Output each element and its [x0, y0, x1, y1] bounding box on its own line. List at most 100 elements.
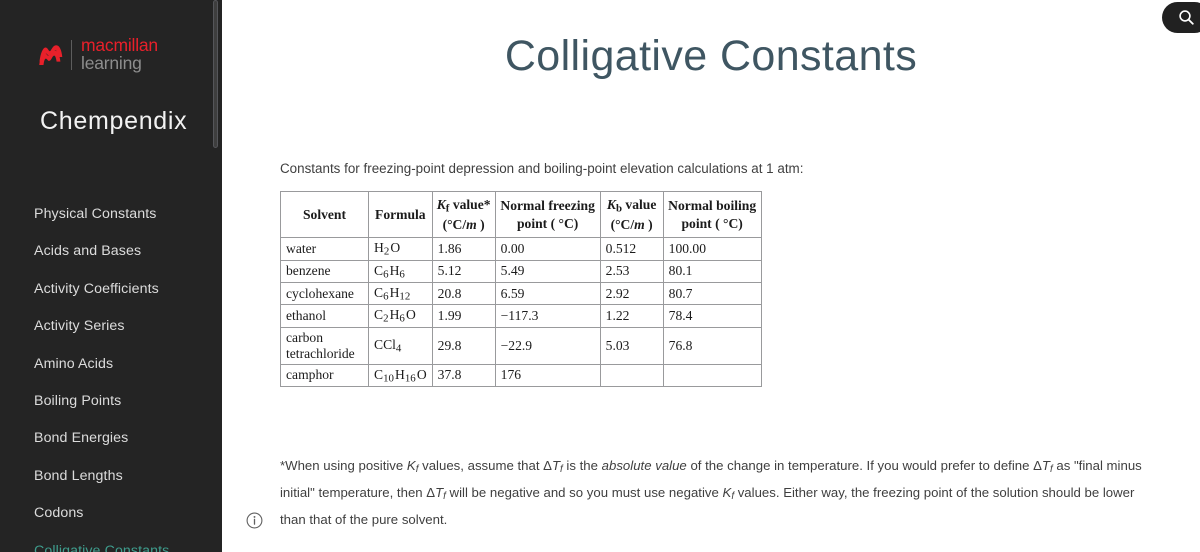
- formula-element: H: [389, 284, 400, 300]
- cell-formula: C6H6: [368, 259, 433, 283]
- cell-kb-value: 2.92: [599, 281, 664, 306]
- sidebar-item-activity-coefficients[interactable]: Activity Coefficients: [0, 271, 222, 308]
- colligative-constants-table: Solvent Formula Kf value* (°C/m ) Normal…: [280, 190, 762, 388]
- cell-formula: CCl4: [368, 326, 433, 365]
- sidebar-item-physical-constants[interactable]: Physical Constants: [0, 196, 222, 233]
- th-kb-units-post: ): [648, 217, 653, 233]
- th-nbp-line1: Normal boiling: [668, 198, 757, 214]
- sidebar-scrollbar-thumb[interactable]: [213, 0, 218, 148]
- formula-element: H: [374, 240, 384, 256]
- cell-normal-freezing-point: 5.49: [494, 259, 601, 283]
- th-kb-subscript: b: [615, 202, 623, 215]
- table-row: benzene C6H6 5.12 5.49 2.53 80.1: [280, 259, 762, 283]
- sidebar-item-activity-series[interactable]: Activity Series: [0, 308, 222, 345]
- sidebar-item-bond-energies[interactable]: Bond Energies: [0, 420, 222, 457]
- th-kf-units-pre: (°C/: [442, 217, 467, 233]
- formula-subscript: 6: [383, 267, 389, 280]
- formula-element: C: [374, 262, 384, 278]
- cell-kf-value: 20.8: [431, 281, 496, 306]
- cell-kf-value: 1.99: [431, 304, 496, 328]
- cell-kf-value: 37.8: [431, 363, 496, 388]
- th-kb-units-pre: (°C/: [610, 217, 635, 233]
- cell-normal-freezing-point: 0.00: [494, 237, 601, 261]
- sidebar-item-boiling-points[interactable]: Boiling Points: [0, 383, 222, 420]
- formula-subscript: 2: [383, 245, 390, 258]
- sidebar-item-colligative-constants[interactable]: Colligative Constants: [0, 533, 222, 552]
- cell-kb-value: 5.03: [599, 326, 664, 365]
- sidebar-item-acids-and-bases[interactable]: Acids and Bases: [0, 233, 222, 270]
- formula-element: O: [416, 366, 427, 382]
- th-kb-value: Kb value (°C/m ): [599, 190, 664, 239]
- formula-element: O: [405, 307, 416, 323]
- sidebar-item-label: Boiling Points: [34, 392, 122, 409]
- sidebar-item-codons[interactable]: Codons: [0, 495, 222, 532]
- cell-formula: H2O: [368, 237, 433, 261]
- formula-element: O: [390, 240, 401, 256]
- th-nbp-line2: point ( °C): [681, 215, 743, 231]
- logo-line-learning: learning: [81, 53, 142, 73]
- logo-wordmark: macmillan learning: [81, 36, 158, 73]
- sidebar-item-label: Acids and Bases: [34, 243, 142, 260]
- cell-formula: C2H6O: [368, 304, 433, 328]
- footnote-tf-symbol-3: T: [435, 484, 444, 500]
- table-header-row: Solvent Formula Kf value* (°C/m ) Normal…: [280, 190, 762, 239]
- formula-element: H: [395, 366, 405, 382]
- th-solvent: Solvent: [280, 190, 369, 239]
- footnote-tf-symbol-1: T: [551, 458, 561, 473]
- formula-subscript: 6: [383, 290, 389, 303]
- cell-solvent: ethanol: [280, 304, 369, 328]
- formula-subscript: 6: [399, 312, 405, 325]
- table-header: Solvent Formula Kf value* (°C/m ) Normal…: [280, 190, 762, 239]
- th-solvent-label: Solvent: [302, 207, 347, 223]
- footnote-kf-symbol-2: K: [722, 484, 732, 500]
- formula-subscript: 4: [395, 342, 402, 355]
- footnote-part-4: of the change in temperature. If you wou…: [686, 458, 1042, 473]
- footnote-part-2: values, assume that Δ: [418, 458, 552, 473]
- info-circle-icon[interactable]: [246, 512, 263, 529]
- macmillan-learning-logo[interactable]: macmillan learning: [38, 36, 158, 73]
- th-kf-subscript: f: [445, 202, 450, 215]
- sidebar-item-amino-acids[interactable]: Amino Acids: [0, 346, 222, 383]
- th-normal-freezing-point: Normal freezing point ( °C): [494, 190, 601, 239]
- sidebar-item-label: Bond Lengths: [34, 467, 123, 484]
- page-root: macmillan learning Chempendix Physical C…: [0, 0, 1200, 552]
- cell-kf-value: 5.12: [431, 259, 496, 283]
- formula-subscript: 10: [383, 372, 394, 385]
- cell-solvent: cyclohexane: [280, 281, 369, 306]
- table-row: water H2O 1.86 0.00 0.512 100.00: [280, 237, 762, 261]
- formula-element: C: [374, 366, 384, 382]
- cell-formula: C10H16O: [368, 363, 433, 388]
- table-row: cyclohexane C6H12 20.8 6.59 2.92 80.7: [280, 281, 762, 306]
- footnote-tf-symbol-2: T: [1041, 458, 1050, 473]
- cell-normal-boiling-point: 80.1: [662, 259, 762, 283]
- th-kf-value: Kf value* (°C/m ): [431, 190, 496, 239]
- main-content: Colligative Constants Constants for free…: [222, 0, 1200, 552]
- th-kb-units-var: m: [634, 217, 645, 233]
- sidebar-item-label: Physical Constants: [34, 206, 157, 222]
- th-nfp-line2: point ( °C): [516, 215, 579, 231]
- search-button[interactable]: [1162, 2, 1200, 33]
- footnote-text: *When using positive Kf values, assume t…: [280, 454, 1146, 531]
- table-row: carbon tetrachloride CCl4 29.8 −22.9 5.03 76.…: [280, 326, 762, 365]
- table-row: ethanol C2H6O 1.99 −117.3 1.22 78.4: [280, 304, 762, 328]
- formula-subscript: 2: [383, 312, 389, 325]
- cell-kf-value: 1.86: [431, 237, 496, 261]
- footnote-emphasis: absolute value: [601, 458, 687, 473]
- th-kf-units-var: m: [466, 217, 477, 233]
- cell-normal-boiling-point: 78.4: [662, 304, 762, 328]
- formula-element: C: [374, 284, 384, 300]
- cell-kb-value: [599, 363, 664, 388]
- cell-solvent: camphor: [280, 363, 369, 388]
- intro-paragraph: Constants for freezing-point depression …: [280, 161, 804, 177]
- cell-kb-value: 2.53: [599, 259, 664, 283]
- macmillan-m-icon: [39, 45, 63, 65]
- sidebar-item-bond-lengths[interactable]: Bond Lengths: [0, 458, 222, 495]
- sidebar-item-label: Colligative Constants: [34, 542, 170, 552]
- footnote-part-6: will be negative and so you must use neg…: [445, 484, 723, 500]
- cell-normal-boiling-point: 80.7: [662, 281, 762, 306]
- sidebar: macmillan learning Chempendix Physical C…: [0, 0, 222, 552]
- cell-kb-value: 1.22: [599, 304, 664, 328]
- formula-element: H: [389, 262, 400, 278]
- cell-normal-boiling-point: [662, 363, 762, 388]
- cell-kf-value: 29.8: [431, 326, 496, 365]
